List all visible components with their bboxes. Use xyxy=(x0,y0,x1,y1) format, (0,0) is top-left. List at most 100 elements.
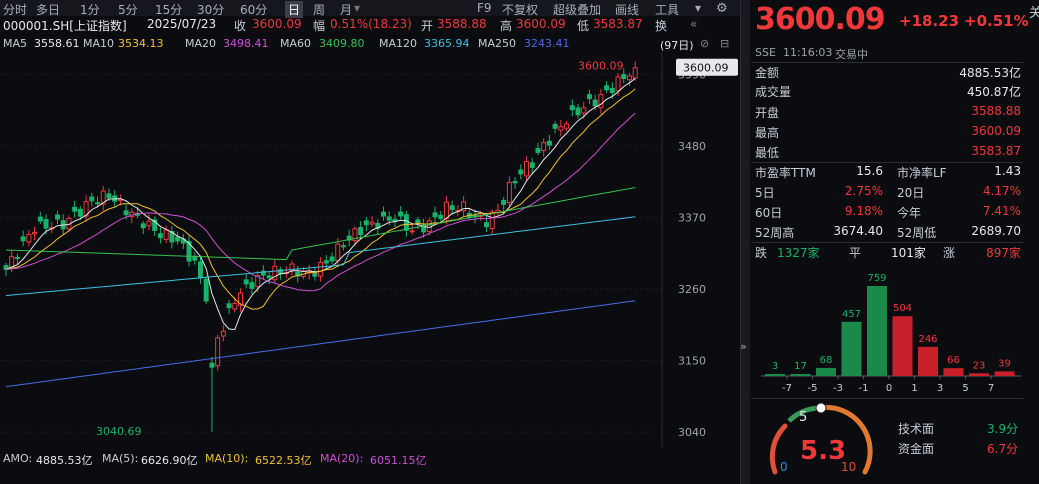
vol-ma20-value: 6051.15亿 xyxy=(370,454,427,467)
candle-body xyxy=(615,76,621,92)
vol-ma10-value: 6522.53亿 xyxy=(255,454,312,467)
candle-body xyxy=(95,202,101,205)
candle-body xyxy=(232,302,238,310)
vol-ma5-label: MA(5): xyxy=(102,452,139,465)
candle-body xyxy=(518,169,524,175)
dist-tick-label: 3 xyxy=(937,383,943,394)
rise-fall-distribution: 3 17 68 457 759 504 246 66 23 39 -7 -5 -3 -1 0 1 3 5 7 xyxy=(761,273,1021,394)
candle-body xyxy=(323,260,329,264)
candle-body xyxy=(220,330,226,337)
low-label: 低 xyxy=(577,19,590,33)
return-row: 60日 9.18% 今年 7.41% xyxy=(755,204,1021,220)
stat-row: 成交量 450.87亿 xyxy=(755,85,1021,99)
candle-body xyxy=(32,231,38,235)
candle-body xyxy=(449,205,455,211)
dist-tick-label: -1 xyxy=(859,383,869,394)
dist-bar xyxy=(867,286,887,376)
stat-row: 金额 4885.53亿 xyxy=(755,66,1021,80)
dist-bar-label: 68 xyxy=(820,355,833,366)
vol-ma20-label: MA(20): xyxy=(320,452,364,465)
collapse-icon[interactable]: « xyxy=(690,17,697,31)
chevron-down-icon[interactable]: ▾ xyxy=(354,1,360,15)
minimize-icon[interactable]: ⊟ xyxy=(720,37,729,50)
pe-label: 市盈率TTM xyxy=(755,166,816,180)
candle-body xyxy=(506,181,512,203)
candle-body xyxy=(575,107,581,116)
candle-body xyxy=(512,180,518,184)
candle-body xyxy=(438,214,444,219)
dist-bar xyxy=(994,371,1015,376)
candle-body xyxy=(209,362,215,368)
dist-tick-label: 1 xyxy=(911,383,917,394)
side-tab-label[interactable]: 关 xyxy=(1029,2,1039,21)
kline-chart[interactable]: 3590348033703260315030403600.093040.6936… xyxy=(0,52,740,448)
candle-body xyxy=(20,236,26,242)
candle-body xyxy=(398,211,404,217)
candle-body xyxy=(157,233,163,239)
candle-body xyxy=(358,226,364,236)
candle-body xyxy=(369,221,375,225)
score-value: 5.3 xyxy=(800,436,847,466)
y-tick-label: 3150 xyxy=(678,355,706,368)
candle-body xyxy=(140,223,146,229)
candle-body xyxy=(598,94,604,109)
dist-tick-label: -7 xyxy=(782,383,792,394)
dist-bar xyxy=(790,373,811,376)
settings-icon[interactable]: ⊘ xyxy=(700,37,709,50)
price-change: +18.23 xyxy=(899,12,960,30)
dist-bar xyxy=(969,373,989,376)
candle-body xyxy=(541,142,547,152)
candle-body xyxy=(123,210,129,216)
candle-body xyxy=(106,193,112,199)
dist-bar-label: 759 xyxy=(867,273,886,284)
separator xyxy=(751,398,1023,399)
vol-ma5-value: 6626.90亿 xyxy=(141,454,198,467)
candle-body xyxy=(626,75,632,81)
candle-body xyxy=(426,220,432,233)
ma120-value: 3365.94 xyxy=(424,37,470,50)
y-tick-label: 3260 xyxy=(678,283,706,296)
dist-bar-label: 246 xyxy=(918,334,937,345)
candle-body xyxy=(403,214,409,231)
range-row: 52周高 3674.40 52周低 2689.70 xyxy=(755,224,1021,240)
candle-body xyxy=(175,236,181,242)
more-label[interactable]: 换 xyxy=(655,17,667,34)
dist-bar xyxy=(943,368,964,376)
ma-line xyxy=(5,216,636,297)
current-price-tag: 3600.09 xyxy=(683,62,729,75)
days-badge[interactable]: (97日) xyxy=(660,37,694,53)
stat-row: 开盘 3588.88 xyxy=(755,104,1021,120)
candle-body xyxy=(203,278,209,302)
quote-panel: 3600.09 +18.23 +0.51% SSE 11:16:03 交易中 关… xyxy=(751,0,1039,484)
ma250-label: MA250 xyxy=(478,37,517,50)
panel-divider[interactable]: » xyxy=(740,0,750,484)
candle-body xyxy=(215,337,221,367)
expand-icon[interactable]: » xyxy=(740,340,747,353)
candle-body xyxy=(386,216,392,221)
candle-body xyxy=(340,245,346,248)
candle-body xyxy=(632,67,638,79)
candle-body xyxy=(432,212,438,218)
volume-legend: AMO: 4885.53亿 MA(5): 6626.90亿 MA(10): 65… xyxy=(0,450,740,468)
dist-bar xyxy=(816,367,836,376)
exchange: SSE xyxy=(755,46,776,59)
f9-button[interactable]: F9 xyxy=(477,1,492,15)
candle-body xyxy=(363,220,369,226)
chevron-down-icon[interactable]: ▾ xyxy=(695,1,701,15)
candle-body xyxy=(558,126,564,131)
low-marker-label: 3040.69 xyxy=(96,425,142,438)
dist-tick-label: 0 xyxy=(886,383,892,394)
candle-body xyxy=(54,214,60,220)
high-value: 3600.09 xyxy=(516,17,566,31)
candle-body xyxy=(621,74,627,80)
high-label: 高 xyxy=(500,19,513,33)
gear-icon[interactable]: ⚙ xyxy=(716,1,728,16)
chg-label: 幅 xyxy=(313,19,326,33)
dist-bar xyxy=(841,321,862,376)
quote-info-bar: 000001.SH[上证指数] 2025/07/23 收 3600.09 幅 0… xyxy=(0,16,740,33)
dist-bar xyxy=(918,346,938,376)
dist-bar-label: 23 xyxy=(973,360,986,371)
vol-ma10-label: MA(10): xyxy=(205,452,249,465)
ma-line xyxy=(5,78,636,331)
amo-label: AMO: xyxy=(3,452,33,465)
